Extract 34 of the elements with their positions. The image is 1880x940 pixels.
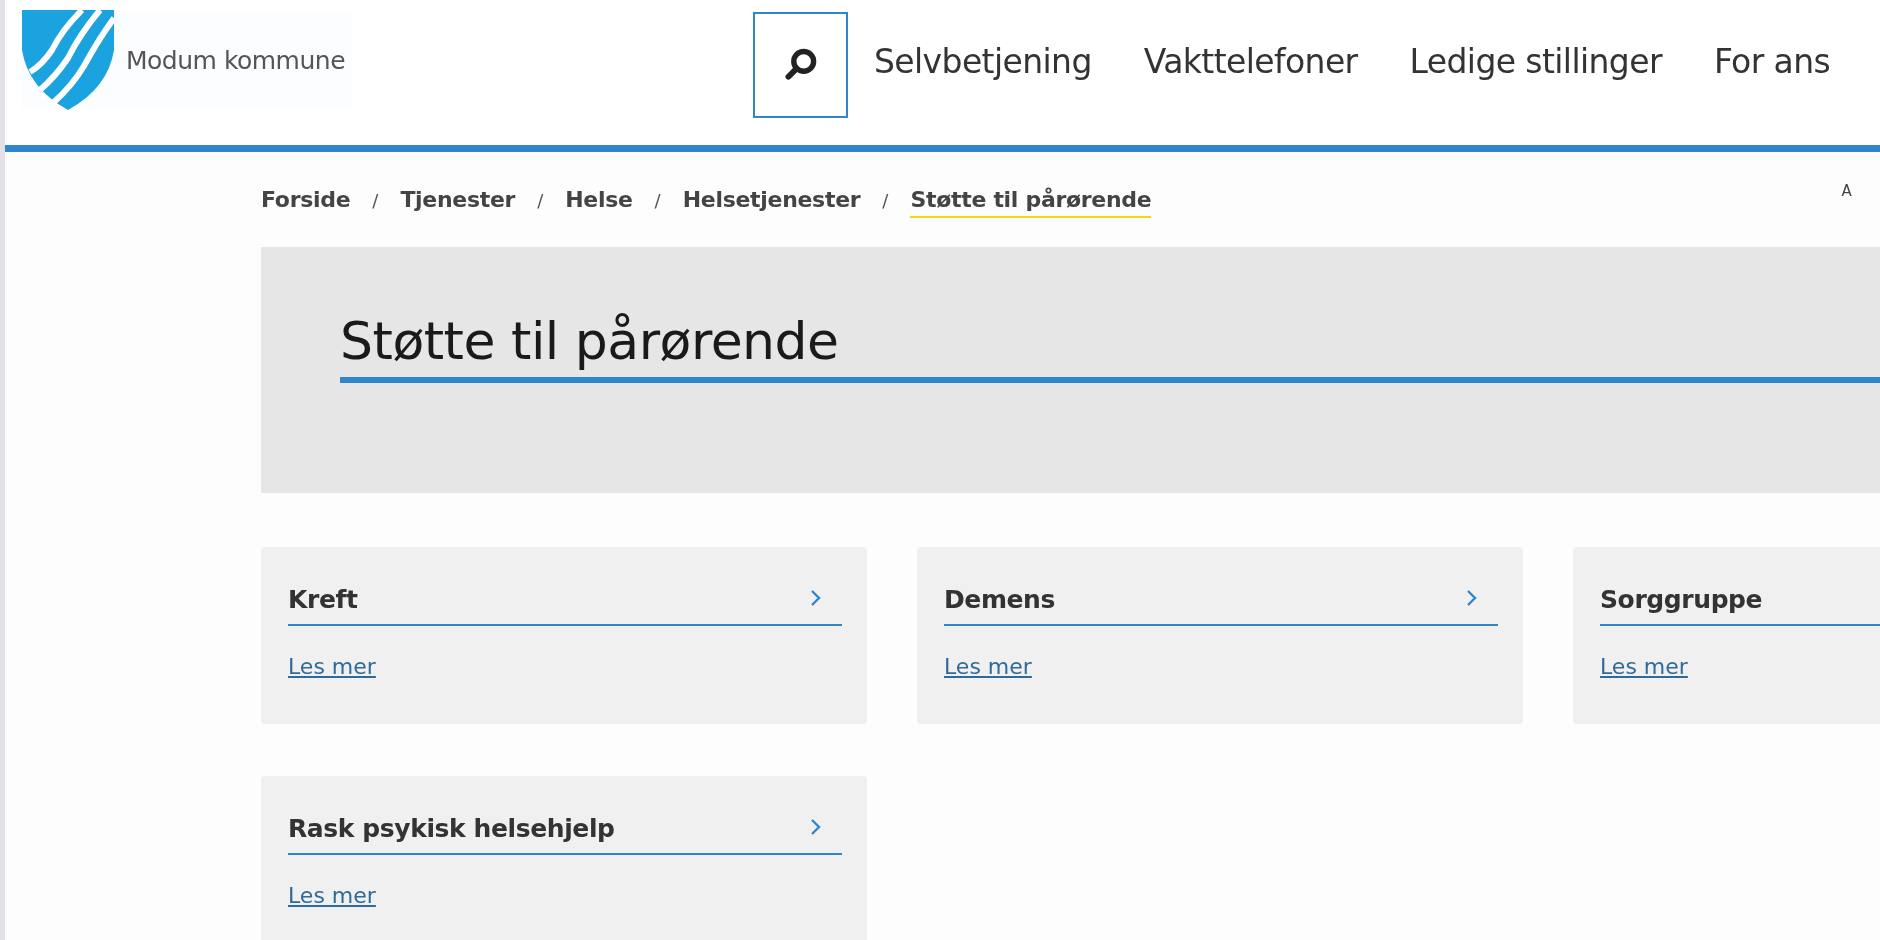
breadcrumb-separator: /: [372, 190, 379, 211]
card-title: Kreft: [288, 585, 358, 614]
shield-logo-icon: [22, 10, 114, 110]
card-title: Rask psykisk helsehjelp: [288, 814, 615, 843]
chevron-right-icon: [810, 818, 822, 836]
breadcrumb-link[interactable]: Støtte til pårørende: [910, 187, 1152, 218]
read-more-link[interactable]: Les mer: [1600, 654, 1688, 679]
page-title: Støtte til pårørende: [340, 311, 1880, 383]
site-name: Modum kommune: [126, 45, 346, 75]
service-card[interactable]: Sorggruppe Les mer: [1573, 547, 1880, 724]
service-card[interactable]: Rask psykisk helsehjelp Les mer: [261, 776, 867, 940]
read-more-link[interactable]: Les mer: [288, 883, 376, 908]
search-icon: [782, 47, 819, 83]
service-card[interactable]: Kreft Les mer: [261, 547, 867, 724]
chevron-right-icon: [810, 589, 822, 607]
breadcrumb-link[interactable]: Tjenester: [400, 187, 516, 216]
card-title: Demens: [944, 585, 1055, 614]
search-button[interactable]: [753, 12, 848, 118]
service-card[interactable]: Demens Les mer: [917, 547, 1523, 724]
read-more-link[interactable]: Les mer: [288, 654, 376, 679]
chevron-right-icon: [1466, 589, 1478, 607]
nav-link[interactable]: For ans: [1713, 42, 1831, 81]
breadcrumb-link[interactable]: Helsetjenester: [682, 187, 861, 216]
breadcrumb-separator: /: [882, 190, 889, 211]
text-size-label: A: [1841, 182, 1852, 202]
nav-link[interactable]: Ledige stillinger: [1409, 42, 1662, 81]
card-title: Sorggruppe: [1600, 585, 1763, 614]
nav-link[interactable]: Vakttelefoner: [1143, 42, 1358, 81]
breadcrumb-separator: /: [537, 190, 544, 211]
breadcrumb-link[interactable]: Forside: [261, 187, 351, 216]
breadcrumb-link[interactable]: Helse: [565, 187, 633, 216]
nav-link[interactable]: Selvbetjening: [874, 42, 1092, 81]
breadcrumb-separator: /: [654, 190, 661, 211]
read-more-link[interactable]: Les mer: [944, 654, 1032, 679]
